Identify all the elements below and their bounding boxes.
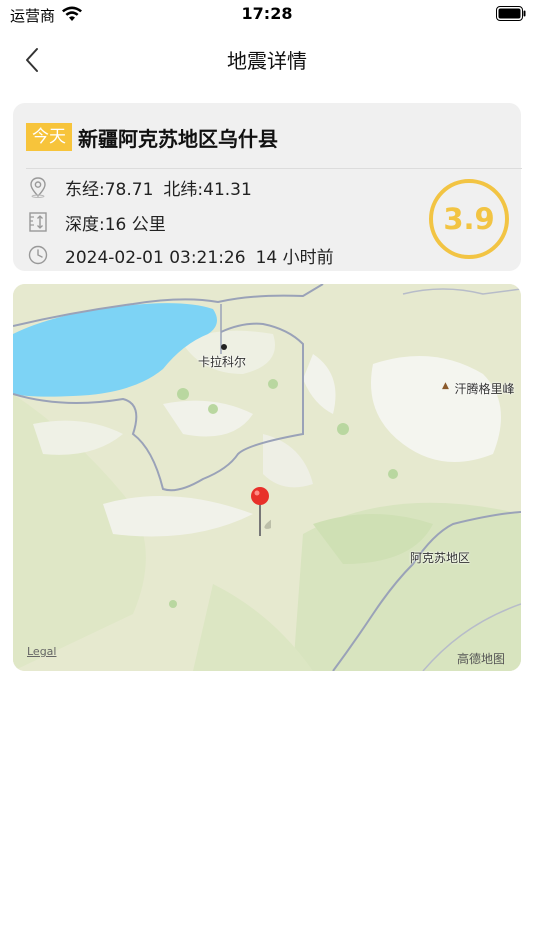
longitude-text: 东经:78.71: [65, 179, 154, 200]
card-divider: [26, 168, 522, 169]
datetime-text: 2024-02-01 03:21:26: [65, 247, 246, 268]
map-terrain: [13, 284, 521, 671]
relative-time-text: 14 小时前: [255, 247, 334, 268]
depth-row: 深度:16 公里: [27, 209, 166, 235]
earthquake-info-card: 今天 新疆阿克苏地区乌什县 东经:78.71 北纬:41.31 深度:16 公里: [13, 103, 522, 271]
today-badge: 今天: [26, 123, 72, 151]
location-pin-icon: [30, 177, 46, 198]
page-title: 地震详情: [227, 49, 307, 73]
depth-text: 深度:16 公里: [65, 214, 166, 235]
magnitude-badge: 3.9: [429, 179, 509, 259]
location-name: 新疆阿克苏地区乌什县: [78, 126, 278, 151]
city-marker: [221, 344, 227, 350]
epicenter-pin-icon[interactable]: [249, 486, 271, 540]
status-time: 17:28: [241, 4, 293, 23]
time-row: 2024-02-01 03:21:26 14 小时前: [27, 242, 334, 268]
clock-icon: [28, 245, 48, 265]
map-view[interactable]: 卡拉科尔 ▲ 汗腾格里峰 阿克苏地区 Legal 高德地图: [13, 284, 521, 671]
status-bar: 运营商 17:28: [0, 0, 534, 30]
map-label-region: 阿克苏地区: [410, 551, 471, 565]
map-label-peak: 汗腾格里峰: [454, 382, 515, 396]
depth-ruler-icon: [29, 212, 47, 232]
magnitude-value: 3.9: [443, 202, 495, 236]
battery-icon: [496, 6, 526, 21]
title-row: 今天 新疆阿克苏地区乌什县: [26, 122, 278, 152]
legal-link[interactable]: Legal: [27, 645, 56, 658]
map-provider-logo: 高德地图: [457, 652, 506, 666]
coordinates-row: 东经:78.71 北纬:41.31: [27, 174, 252, 200]
map-label-city: 卡拉科尔: [198, 355, 247, 369]
latitude-text: 北纬:41.31: [163, 179, 252, 200]
navigation-bar: 地震详情: [0, 30, 534, 88]
